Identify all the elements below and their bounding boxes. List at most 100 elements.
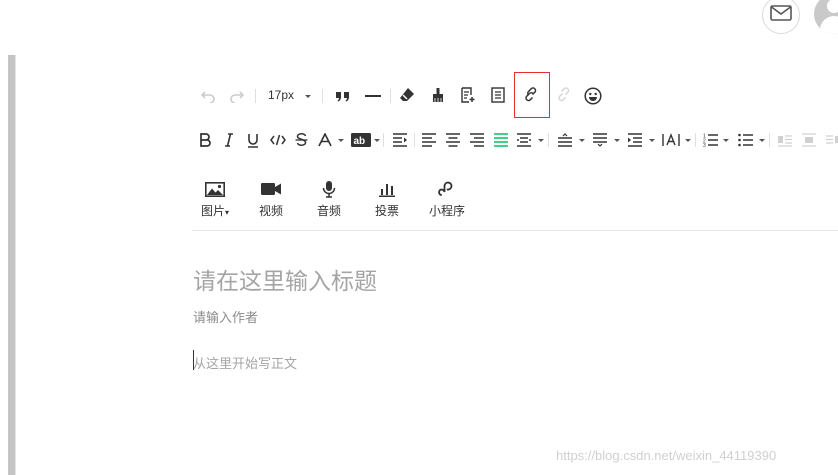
microphone-icon [322,180,336,198]
vote-label: 投票 [374,204,399,218]
clear-format-icon [399,87,415,103]
align-left-button[interactable] [420,131,438,149]
unlink-button[interactable] [556,86,574,104]
align-left-icon [421,133,437,147]
align-justify-icon [493,133,509,147]
font-color-caret-icon [338,139,344,142]
bold-button[interactable] [197,131,213,149]
line-height-caret-icon [579,139,585,142]
insert-miniprogram-button[interactable]: 小程序 [425,180,469,220]
align-center-icon [445,133,461,147]
title-input[interactable]: 请在这里输入标题 [193,262,377,296]
align-distribute-caret-icon [538,139,544,142]
paragraph-spacing-button[interactable] [591,131,609,149]
mail-button[interactable] [762,0,800,34]
italic-button[interactable] [221,131,237,149]
svg-text:3: 3 [703,143,706,147]
align-center-button[interactable] [444,131,462,149]
video-label: 视频 [258,204,283,218]
background-color-icon: ab [351,133,371,147]
unordered-list-caret-icon [759,139,765,142]
horizontal-rule-button[interactable] [364,87,382,105]
insert-image-button[interactable]: 图片▾ [193,180,237,220]
paragraph-spacing-caret-icon [614,139,620,142]
letter-spacing-icon [662,133,680,147]
font-color-icon [318,133,332,147]
audio-label: 音频 [316,204,341,218]
underline-button[interactable] [245,131,261,149]
italic-icon [224,133,234,147]
blockquote-icon [335,90,351,102]
unlink-icon [557,86,573,104]
image-caret-icon: ▾ [225,208,230,217]
font-size-select[interactable]: 17px [268,88,294,102]
page-icon [491,87,505,103]
indent-button[interactable] [391,131,409,149]
undo-icon [200,89,216,103]
image-icon [205,180,225,198]
float-left-icon [777,133,793,147]
indent-more-button[interactable] [626,131,644,149]
indent-icon [392,133,408,147]
align-justify-button[interactable] [492,131,510,149]
unordered-list-button[interactable] [737,131,755,149]
bold-icon [199,133,211,147]
format-painter-button[interactable] [429,86,447,104]
emoji-button[interactable] [583,86,603,106]
code-button[interactable] [269,131,287,149]
miniprogram-label: 小程序 [428,204,465,218]
strikethrough-button[interactable] [293,131,309,149]
emoji-icon [584,87,602,105]
undo-button[interactable] [199,87,217,105]
font-size-value: 17px [268,88,295,102]
blockquote-button[interactable] [334,87,352,105]
strikethrough-icon [295,133,308,147]
link-button[interactable] [523,86,541,104]
line-height-button[interactable] [556,131,574,149]
background-color-caret-icon [374,139,380,142]
page-button[interactable] [489,86,507,104]
image-label: 图片 [200,204,225,218]
redo-icon [229,89,245,103]
unordered-list-icon [738,133,754,147]
insert-video-button[interactable]: 视频 [249,180,293,220]
float-right-icon [825,133,838,147]
indent-more-icon [627,133,643,147]
mail-icon [770,5,792,25]
paragraph-spacing-icon [592,133,608,147]
insert-audio-button[interactable]: 音频 [307,180,351,220]
clear-format-button[interactable] [398,86,416,104]
link-icon [524,86,540,104]
author-input[interactable]: 请输入作者 [193,307,258,326]
align-distribute-icon [516,133,532,147]
indent-more-caret-icon [649,139,655,142]
user-avatar[interactable] [814,0,838,34]
watermark: https://blog.csdn.net/weixin_44119390 [556,448,777,463]
ordered-list-caret-icon [723,139,729,142]
insert-template-button[interactable] [459,86,477,104]
align-right-icon [469,133,485,147]
code-icon [270,134,286,146]
user-avatar-icon [827,0,838,13]
toolbar-divider [192,230,838,231]
svg-text:ab: ab [354,136,366,147]
insert-vote-button[interactable]: 投票 [365,180,409,220]
body-editor[interactable]: 从这里开始写正文 [193,353,297,372]
bar-chart-icon [379,180,395,198]
background-color-button[interactable]: ab [350,132,372,148]
float-none-icon [801,133,817,147]
format-painter-icon [431,87,445,103]
ordered-list-button[interactable]: 123 [702,131,720,149]
align-right-button[interactable] [468,131,486,149]
insert-template-icon [460,87,476,103]
left-scroll-rail [8,55,15,475]
float-left-button[interactable] [776,131,794,149]
video-icon [260,180,282,198]
align-distribute-button[interactable] [515,131,533,149]
letter-spacing-button[interactable] [661,131,681,149]
redo-button[interactable] [228,87,246,105]
top-bar [0,0,838,55]
float-right-button[interactable] [823,131,838,149]
font-color-button[interactable] [317,131,333,149]
float-none-button[interactable] [800,131,818,149]
